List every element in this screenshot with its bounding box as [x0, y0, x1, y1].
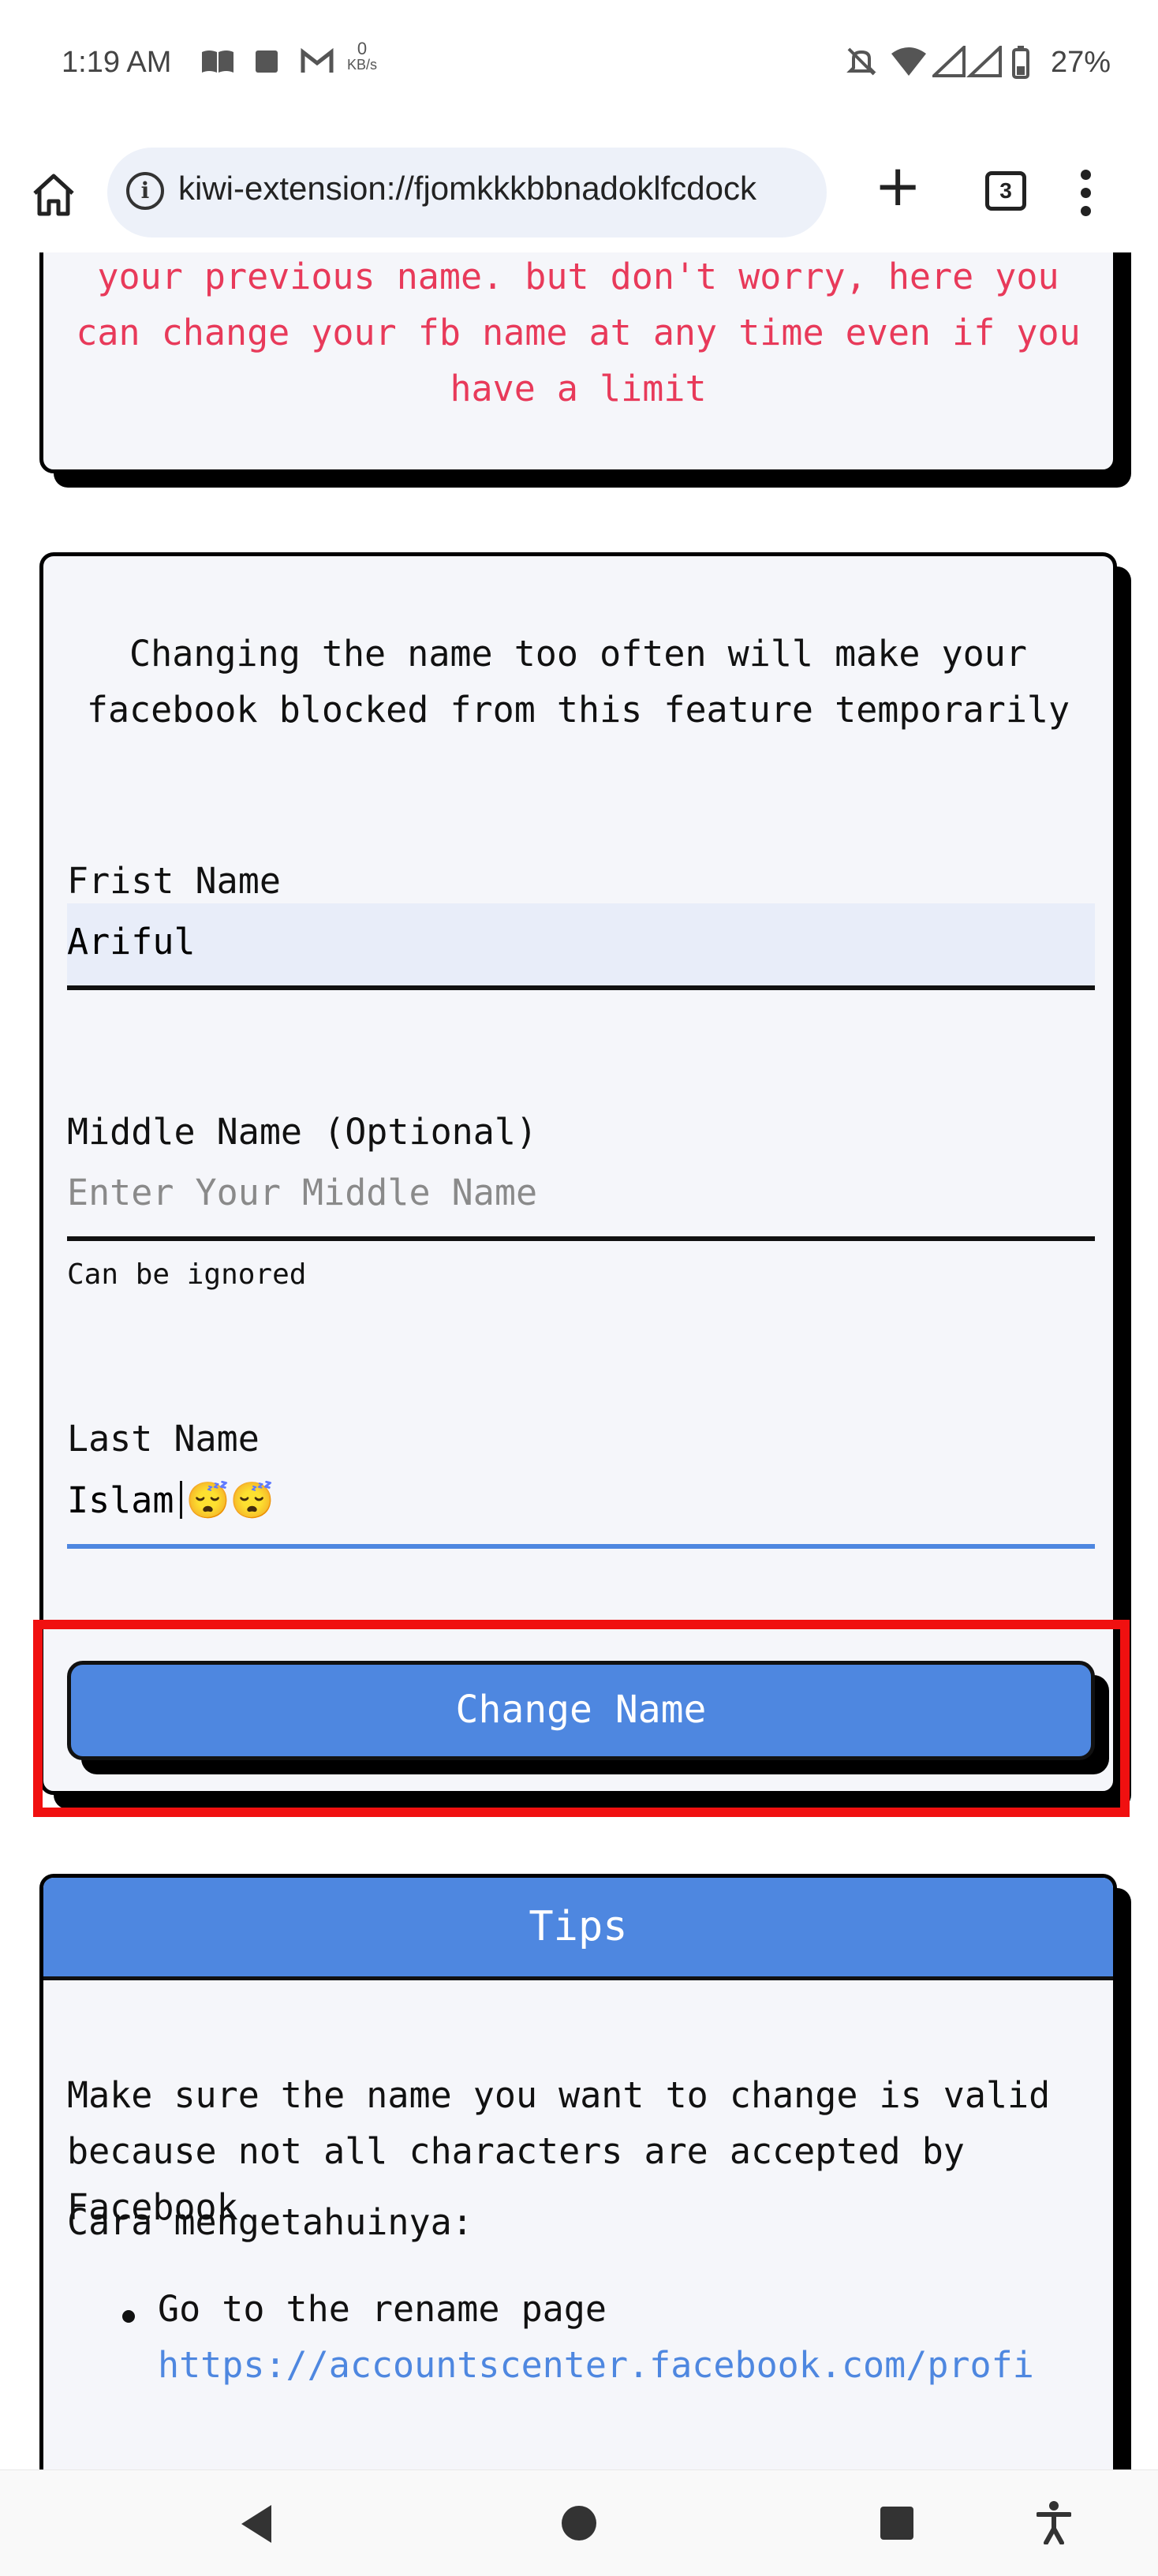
battery-percent: 27% — [1050, 46, 1111, 79]
url-text[interactable]: kiwi-extension://fjomkkkbbnadoklfcdock — [178, 170, 809, 208]
tips-card: Tips Make sure the name you want to chan… — [39, 1874, 1117, 2469]
recents-icon[interactable] — [880, 2507, 913, 2540]
warning-text: your previous name. but don't worry, her… — [76, 256, 1081, 409]
back-icon[interactable] — [241, 2505, 271, 2543]
stop-icon — [252, 47, 281, 83]
gmail-icon — [300, 47, 334, 83]
last-name-label: Last Name — [67, 1418, 260, 1460]
rename-form-card: Changing the name too often will make yo… — [39, 552, 1117, 1795]
middle-name-field[interactable]: Enter Your Middle Name — [67, 1154, 1095, 1241]
middle-name-hint: Can be ignored — [67, 1258, 307, 1291]
status-time: 1:19 AM — [62, 46, 172, 79]
accessibility-icon[interactable] — [1036, 2500, 1072, 2555]
net-speed-unit: KB/s — [347, 57, 378, 73]
status-bar: 1:19 AM 0 KB/s 27% — [0, 0, 1158, 130]
book-icon — [200, 47, 235, 83]
home-icon[interactable] — [28, 170, 79, 220]
accountscenter-link[interactable]: https://accountscenter.facebook.com/prof… — [158, 2344, 1034, 2386]
warning-card: your previous name. but don't worry, her… — [39, 252, 1117, 473]
tabs-icon[interactable]: 3 — [985, 171, 1026, 211]
first-name-label: Frist Name — [67, 860, 281, 902]
tips-title: Tips — [43, 1878, 1113, 1980]
last-name-emoji: 😴😴 — [185, 1479, 275, 1521]
plus-icon[interactable]: + — [874, 154, 921, 217]
highlight-box — [33, 1620, 1130, 1817]
text-caret — [180, 1481, 183, 1519]
battery-icon — [1011, 46, 1030, 86]
page-content: your previous name. but don't worry, her… — [0, 252, 1158, 2469]
net-speed-value: 0 — [357, 39, 368, 58]
info-icon[interactable]: i — [126, 172, 164, 210]
system-nav-bar — [0, 2469, 1158, 2576]
wifi-icon — [890, 46, 928, 84]
form-intro: Changing the name too often will make yo… — [86, 633, 1070, 731]
mute-icon — [846, 46, 877, 84]
net-speed: 0 KB/s — [347, 39, 378, 73]
list-bullet — [122, 2310, 135, 2323]
browser-toolbar: i kiwi-extension://fjomkkkbbnadoklfcdock… — [0, 130, 1158, 252]
signal-icon — [929, 43, 1005, 84]
home-circle-icon[interactable] — [562, 2506, 596, 2540]
middle-name-placeholder: Enter Your Middle Name — [67, 1172, 538, 1213]
last-name-field[interactable]: Islam 😴😴 — [67, 1462, 1095, 1549]
first-name-field[interactable]: Ariful — [67, 903, 1095, 990]
middle-name-label: Middle Name (Optional) — [67, 1111, 538, 1153]
first-name-value: Ariful — [67, 921, 196, 963]
tips-step-1: Go to the rename page — [158, 2288, 607, 2330]
url-bar[interactable]: i kiwi-extension://fjomkkkbbnadoklfcdock — [107, 148, 827, 237]
last-name-value: Islam — [67, 1479, 174, 1521]
tips-cara: Cara mengetahuinya: — [67, 2201, 473, 2243]
more-icon[interactable] — [1081, 170, 1096, 224]
